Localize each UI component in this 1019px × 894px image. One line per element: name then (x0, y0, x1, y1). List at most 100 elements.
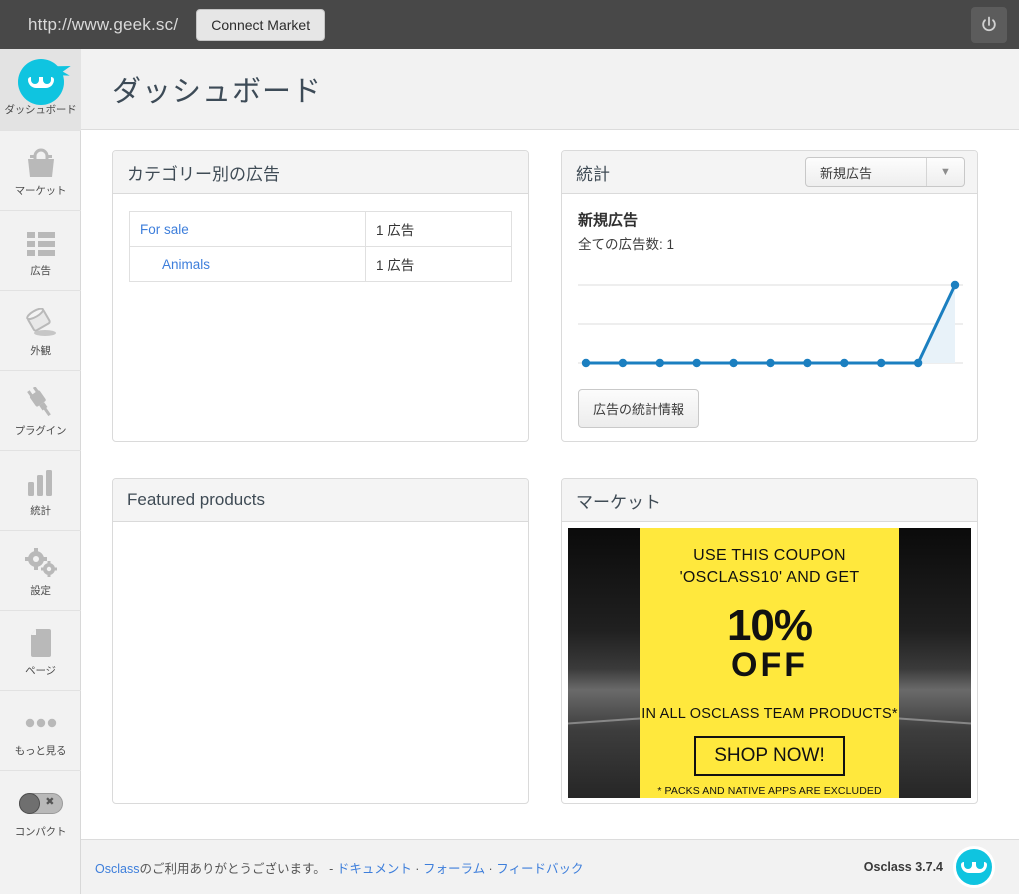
footer-thanks: のご利用ありがとうございます。 - (139, 861, 337, 876)
top-bar: http://www.geek.sc/ Connect Market (0, 0, 1019, 49)
banner-off-label: OFF (731, 646, 808, 685)
sidebar-item-settings[interactable]: 設定 (0, 531, 81, 611)
chart-point[interactable] (729, 358, 738, 368)
footer-sep: · (485, 861, 497, 876)
page-icon (27, 625, 55, 661)
category-link[interactable]: Animals (140, 257, 210, 272)
ad-stats-button[interactable]: 広告の統計情報 (578, 389, 700, 428)
table-row[interactable]: Animals 1 広告 (129, 246, 512, 282)
stats-line-chart (578, 275, 963, 373)
stats-heading: 新規広告 (578, 212, 639, 229)
banner-line-2: 'OSCLASS10' AND GET (679, 568, 860, 586)
feedback-link[interactable]: フィードバック (496, 862, 583, 876)
plug-icon (24, 385, 58, 421)
market-panel-body: USE THIS COUPON 'OSCLASS10' AND GET 10% … (562, 522, 977, 803)
main-content: カテゴリー別の広告 For sale 1 広告 Animals 1 広告 統計 … (81, 131, 1019, 839)
site-url-label: http://www.geek.sc/ (28, 14, 179, 34)
sidebar-item-label: ダッシュボード (4, 104, 77, 117)
ellipsis-icon (24, 705, 58, 741)
osclass-link[interactable]: Osclass (95, 862, 139, 876)
sidebar-item-pages[interactable]: ページ (0, 611, 81, 691)
featured-products-panel: Featured products (112, 478, 529, 804)
stats-panel: 統計 新規広告 ▼ 新規広告 全ての広告数: 1 広告の統計情報 (561, 150, 978, 442)
chart-point[interactable] (618, 358, 628, 368)
stats-panel-title: 統計 (576, 164, 610, 184)
list-icon (25, 225, 57, 261)
chart-point[interactable] (840, 358, 849, 368)
sidebar-item-more[interactable]: もっと見る (0, 691, 81, 771)
ninja-logo-icon (953, 846, 995, 888)
gears-icon (24, 545, 58, 581)
shopping-bag-icon (24, 145, 58, 181)
shop-now-button[interactable]: SHOP NOW! (694, 735, 845, 776)
chart-point[interactable] (950, 280, 960, 290)
sidebar: ダッシュボード マーケット 広告 外観 プラグイン 統計 設定 ページ もっと見… (0, 49, 81, 894)
bar-chart-icon (25, 465, 57, 501)
market-panel: マーケット USE THIS COUPON 'OSCLASS10' AND GE… (561, 478, 978, 804)
power-button[interactable] (971, 7, 1007, 43)
table-row[interactable]: For sale 1 広告 (129, 211, 512, 247)
stats-type-select-value: 新規広告 (820, 165, 873, 181)
page-header: ダッシュボード (81, 49, 1019, 130)
banner-content: USE THIS COUPON 'OSCLASS10' AND GET 10% … (640, 528, 899, 798)
category-link[interactable]: For sale (140, 222, 189, 237)
featured-products-body (113, 522, 528, 550)
toggle-switch-icon: ✖ (18, 786, 63, 822)
categories-panel-header: カテゴリー別の広告 (113, 151, 528, 194)
footer-text: Osclassのご利用ありがとうございます。 - ドキュメント · フォーラム … (95, 858, 583, 877)
banner-note: * PACKS AND NATIVE APPS ARE EXCLUDED (657, 784, 882, 797)
sidebar-compact-label: コンパクト (14, 825, 67, 838)
categories-table: For sale 1 広告 Animals 1 広告 (129, 211, 512, 282)
sidebar-item-label: もっと見る (14, 745, 67, 758)
banner-discount: 10% (726, 601, 813, 651)
market-panel-title: マーケット (576, 492, 661, 512)
category-count: 1 広告 (365, 211, 512, 247)
connect-market-button[interactable]: Connect Market (196, 8, 326, 41)
chart-point[interactable] (581, 358, 591, 368)
sidebar-item-market[interactable]: マーケット (0, 131, 81, 211)
categories-panel-title: カテゴリー別の広告 (127, 164, 280, 184)
page-title: ダッシュボード (112, 76, 323, 108)
chart-point[interactable] (803, 358, 812, 368)
chart-point[interactable] (692, 358, 701, 368)
sidebar-item-label: プラグイン (14, 425, 67, 438)
banner-left-image (568, 528, 640, 798)
sidebar-item-label: 広告 (30, 265, 51, 278)
power-icon (982, 16, 996, 32)
chart-point[interactable] (913, 358, 923, 368)
sidebar-item-plugins[interactable]: プラグイン (0, 371, 81, 451)
chart-point[interactable] (766, 358, 775, 368)
sidebar-item-label: マーケット (14, 185, 67, 198)
banner-right-image (899, 528, 971, 798)
sidebar-item-dashboard[interactable]: ダッシュボード (0, 49, 81, 131)
promo-banner[interactable]: USE THIS COUPON 'OSCLASS10' AND GET 10% … (568, 528, 971, 798)
sidebar-item-appearance[interactable]: 外観 (0, 291, 81, 371)
stats-type-select[interactable]: 新規広告 ▼ (805, 157, 965, 187)
paint-bucket-icon (23, 305, 59, 341)
categories-panel-body: For sale 1 広告 Animals 1 広告 (113, 194, 528, 296)
sidebar-item-stats[interactable]: 統計 (0, 451, 81, 531)
stats-panel-body: 新規広告 全ての広告数: 1 広告の統計情報 (562, 194, 977, 428)
forum-link[interactable]: フォーラム (423, 862, 485, 876)
chevron-down-icon: ▼ (926, 158, 964, 186)
market-panel-header: マーケット (562, 479, 977, 522)
featured-products-header: Featured products (113, 479, 528, 522)
banner-line-1: USE THIS COUPON (693, 547, 846, 564)
footer: Osclassのご利用ありがとうございます。 - ドキュメント · フォーラム … (81, 839, 1019, 894)
footer-sep: · (411, 861, 423, 876)
banner-line-3: IN ALL OSCLASS TEAM PRODUCTS* (641, 705, 898, 722)
docs-link[interactable]: ドキュメント (337, 862, 412, 876)
ninja-logo-icon (17, 59, 72, 106)
footer-right: Osclass 3.7.4 (864, 846, 995, 888)
categories-panel: カテゴリー別の広告 For sale 1 広告 Animals 1 広告 (112, 150, 529, 442)
chart-point[interactable] (877, 358, 886, 368)
sidebar-compact-toggle[interactable]: ✖ コンパクト (0, 771, 81, 851)
sidebar-item-label: 統計 (30, 505, 51, 518)
version-label: Osclass 3.7.4 (863, 860, 943, 874)
chart-point[interactable] (655, 358, 664, 368)
sidebar-item-label: 外観 (30, 345, 51, 358)
chart-svg (578, 280, 963, 368)
category-count: 1 広告 (365, 246, 512, 282)
sidebar-item-label: 設定 (30, 585, 51, 598)
sidebar-item-ads[interactable]: 広告 (0, 211, 81, 291)
